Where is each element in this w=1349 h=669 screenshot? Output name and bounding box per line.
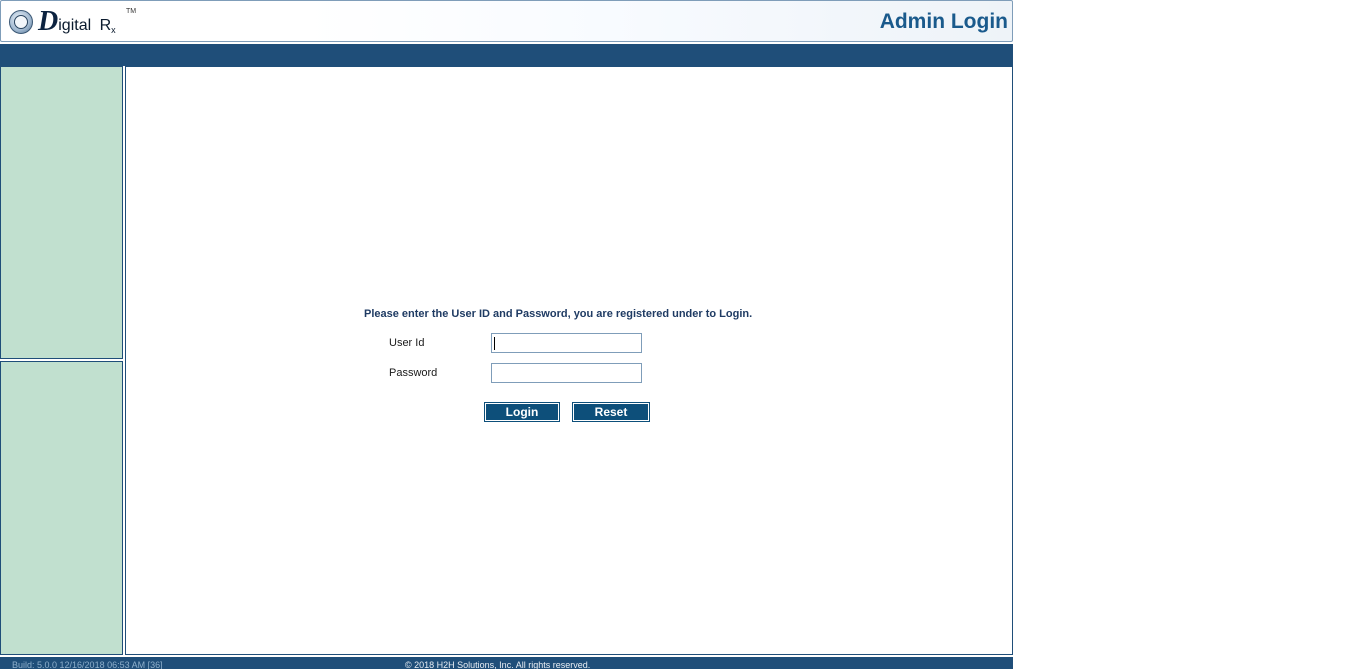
logo-text: Digital Rx (38, 6, 116, 38)
login-instruction: Please enter the User ID and Password, y… (364, 308, 753, 320)
logo-initial: D (38, 6, 59, 37)
logo-rx-sub: x (111, 25, 116, 35)
header: Digital Rx TM Admin Login (0, 0, 1013, 42)
nav-bar (0, 44, 1013, 66)
trademark-mark: TM (126, 8, 137, 15)
seal-icon (9, 10, 33, 34)
footer: Build: 5.0.0 12/16/2018 06:53 AM [36] © … (0, 657, 1013, 669)
reset-button[interactable]: Reset (572, 402, 650, 422)
password-input[interactable] (491, 363, 642, 383)
text-cursor (494, 337, 495, 350)
side-panel-top (0, 66, 123, 359)
digital-rx-logo: Digital Rx TM (9, 5, 136, 39)
logo-rx-main: R (99, 17, 112, 34)
login-button[interactable]: Login (484, 402, 560, 422)
copyright-text: © 2018 H2H Solutions, Inc. All rights re… (405, 660, 591, 669)
build-info: Build: 5.0.0 12/16/2018 06:53 AM [36] (12, 660, 163, 669)
logo-rx: Rx (99, 17, 116, 35)
side-panel-bottom (0, 361, 123, 655)
page-title: Admin Login (879, 10, 1008, 33)
login-panel: Please enter the User ID and Password, y… (125, 66, 1013, 655)
app-window: Digital Rx TM Admin Login Please enter t… (0, 0, 1013, 669)
logo-word: igital (58, 17, 92, 34)
seal-icon-inner (14, 15, 28, 29)
password-label: Password (389, 367, 438, 379)
user-id-input[interactable] (491, 333, 642, 353)
user-id-label: User Id (389, 337, 425, 349)
